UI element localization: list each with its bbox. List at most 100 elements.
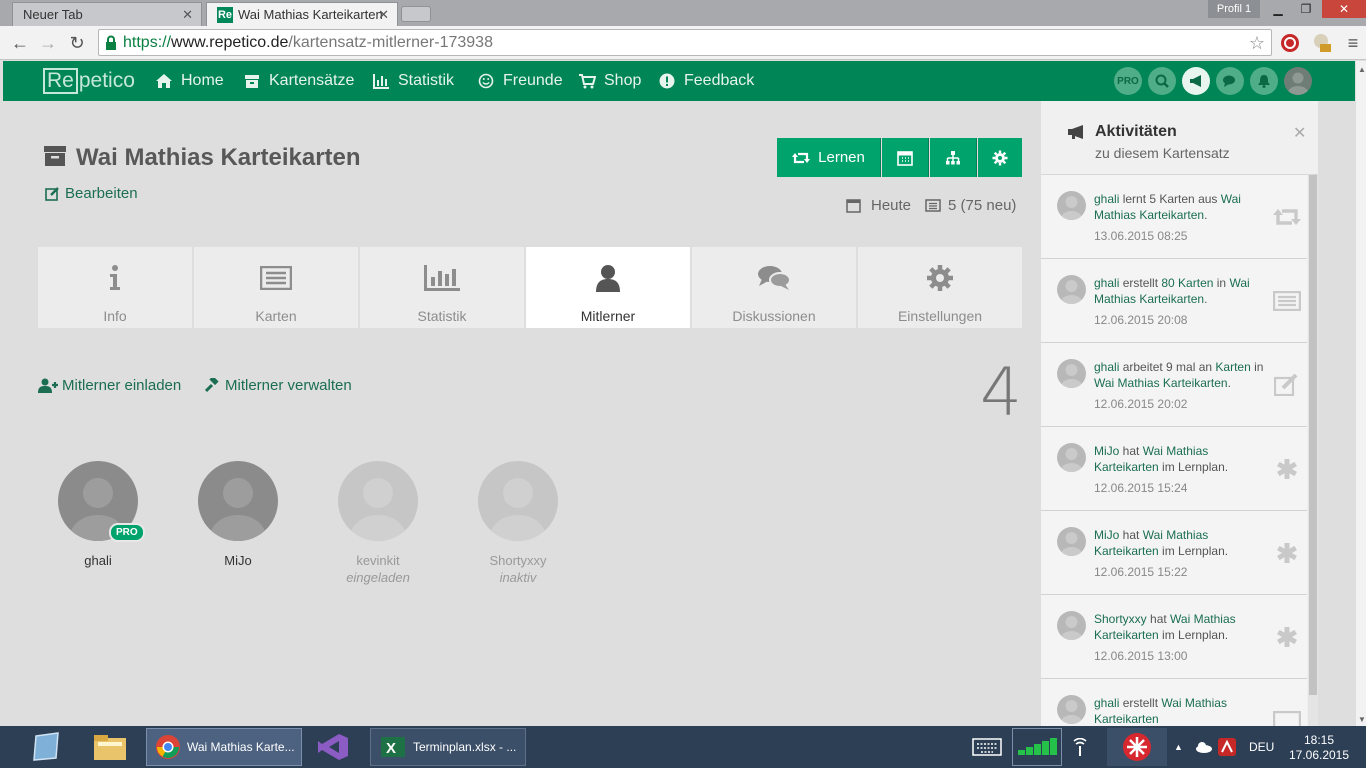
cloud-icon[interactable]	[1195, 728, 1213, 766]
nav-home[interactable]: Home	[155, 72, 224, 90]
nav-shop[interactable]: Shop	[578, 72, 641, 90]
window-close-icon[interactable]: ✕	[1322, 0, 1366, 18]
activity-link[interactable]: Wai Mathias Karteikarten	[1094, 376, 1228, 390]
repetico-logo[interactable]: Re petico	[43, 67, 135, 95]
bookmark-star-icon[interactable]: ☆	[1249, 33, 1265, 54]
close-tab-icon[interactable]: ✕	[378, 7, 389, 23]
browser-tab-new[interactable]: Neuer Tab ✕	[12, 2, 202, 26]
scroll-up-icon[interactable]: ▲	[1358, 65, 1366, 74]
profile-button[interactable]: Profil 1	[1208, 0, 1260, 18]
activity-item: MiJo hat Wai Mathias Karteikarten im Ler…	[1041, 511, 1307, 595]
scroll-down-icon[interactable]: ▼	[1358, 715, 1366, 724]
pro-badge-button[interactable]: PRO	[1114, 67, 1142, 95]
nav-statistik[interactable]: Statistik	[372, 72, 454, 90]
scrollbar-thumb[interactable]	[1309, 175, 1317, 695]
member-ghali[interactable]: PRO ghali	[48, 461, 148, 568]
activities-header: Aktivitäten zu diesem Kartensatz ✕	[1041, 101, 1318, 175]
tab-diskussionen[interactable]: Diskussionen	[692, 247, 856, 328]
invite-colearners-link[interactable]: Mitlerner einladen	[38, 377, 181, 394]
antivirus-icon[interactable]	[1218, 728, 1236, 766]
tab-info[interactable]: Info	[38, 247, 192, 328]
tab-mitlerner[interactable]: Mitlerner	[526, 247, 690, 328]
info-icon	[109, 263, 121, 293]
tab-statistik[interactable]: Statistik	[360, 247, 524, 328]
activity-avatar	[1057, 695, 1086, 724]
asterisk-icon	[1273, 457, 1301, 481]
activity-item: ghali erstellt 80 Karten in Wai Mathias …	[1041, 259, 1307, 343]
activity-user[interactable]: ghali	[1094, 696, 1119, 710]
tab-karten[interactable]: Karten	[194, 247, 358, 328]
activity-link[interactable]: Karten	[1215, 360, 1250, 374]
network-signal-icon[interactable]	[1012, 728, 1062, 766]
search-icon[interactable]	[1148, 67, 1176, 95]
activity-user[interactable]: ghali	[1094, 276, 1119, 290]
member-avatar	[338, 461, 418, 541]
maximize-icon[interactable]: ❐	[1292, 0, 1320, 18]
member-shortyxxy[interactable]: Shortyxxy inaktiv	[468, 461, 568, 585]
address-bar[interactable]: https://www.repetico.de/kartensatz-mitle…	[98, 29, 1272, 56]
activity-time: 12.06.2015 20:08	[1094, 313, 1188, 327]
member-avatar	[478, 461, 558, 541]
lock-icon	[105, 35, 117, 51]
language-indicator[interactable]: DEU	[1249, 728, 1274, 766]
activity-avatar	[1057, 359, 1086, 388]
cards-icon	[260, 263, 292, 293]
activity-time: 12.06.2015 15:24	[1094, 481, 1188, 495]
close-icon[interactable]: ✕	[1293, 123, 1306, 143]
activity-user[interactable]: MiJo	[1094, 444, 1119, 458]
smile-icon	[477, 72, 495, 90]
browser-tab-active[interactable]: Re Wai Mathias Karteikarten ✕	[206, 2, 398, 26]
back-icon[interactable]: ←	[10, 33, 30, 53]
user-avatar[interactable]	[1284, 67, 1312, 95]
bell-icon[interactable]	[1250, 67, 1278, 95]
nav-feedback[interactable]: Feedback	[658, 72, 754, 90]
app-tray-icon[interactable]	[1107, 728, 1167, 766]
page-scrollbar[interactable]: ▲ ▼	[1355, 61, 1366, 726]
svg-text:X: X	[386, 740, 396, 757]
nav-freunde[interactable]: Freunde	[477, 72, 563, 90]
megaphone-icon[interactable]	[1182, 67, 1210, 95]
new-tab-button[interactable]	[401, 6, 431, 22]
nav-kartensaetze[interactable]: Kartensätze	[243, 72, 354, 90]
extension-ghostery-icon[interactable]	[1311, 33, 1331, 53]
clock[interactable]: 18:15 17.06.2015	[1284, 733, 1354, 763]
manage-colearners-link[interactable]: Mitlerner verwalten	[205, 377, 352, 394]
activities-panel: Aktivitäten zu diesem Kartensatz ✕ ghali…	[1041, 101, 1318, 726]
extension-stop-icon[interactable]	[1280, 33, 1300, 53]
site-navbar: Re petico Home Kartensätze Statistik Freu…	[3, 61, 1366, 101]
learn-button[interactable]: Lernen	[777, 138, 881, 177]
page-title: Wai Mathias Karteikarten	[76, 144, 361, 171]
close-tab-icon[interactable]: ✕	[182, 7, 193, 23]
chat-icon[interactable]	[1216, 67, 1244, 95]
keyboard-icon[interactable]	[972, 728, 1002, 766]
reload-icon[interactable]: ↻	[67, 33, 87, 53]
windows-start-icon[interactable]	[30, 728, 64, 766]
menu-icon[interactable]: ≡	[1343, 33, 1363, 53]
minimize-icon[interactable]: ▁	[1264, 0, 1292, 18]
taskbar-chrome-window[interactable]: Wai Mathias Karte...	[146, 728, 302, 766]
taskbar-excel-window[interactable]: X Terminplan.xlsx - ...	[370, 728, 526, 766]
chrome-icon	[155, 734, 181, 760]
forward-icon[interactable]: →	[38, 33, 58, 53]
wifi-icon[interactable]	[1070, 728, 1090, 766]
tab-einstellungen[interactable]: Einstellungen	[858, 247, 1022, 328]
activity-user[interactable]: MiJo	[1094, 528, 1119, 542]
activity-user[interactable]: ghali	[1094, 192, 1119, 206]
activity-link[interactable]: 80 Karten	[1161, 276, 1213, 290]
activities-scrollbar[interactable]	[1308, 175, 1318, 726]
member-kevinkit[interactable]: kevinkit eingeladen	[328, 461, 428, 585]
activity-user[interactable]: ghali	[1094, 360, 1119, 374]
member-mijo[interactable]: MiJo	[188, 461, 288, 568]
activity-user[interactable]: Shortyxxy	[1094, 612, 1147, 626]
calendar-button[interactable]	[882, 138, 929, 177]
structure-button[interactable]	[930, 138, 977, 177]
activity-item: ghali erstellt Wai Mathias Karteikarten	[1041, 679, 1307, 726]
visual-studio-icon[interactable]	[316, 728, 350, 766]
tray-expand-icon[interactable]: ▲	[1174, 728, 1183, 766]
settings-button[interactable]	[978, 138, 1022, 177]
edit-link[interactable]: Bearbeiten	[45, 185, 138, 202]
gear-icon	[926, 263, 954, 293]
file-explorer-icon[interactable]	[92, 728, 128, 766]
activity-item: ghali arbeitet 9 mal an Karten in Wai Ma…	[1041, 343, 1307, 427]
gavel-icon	[205, 378, 220, 393]
